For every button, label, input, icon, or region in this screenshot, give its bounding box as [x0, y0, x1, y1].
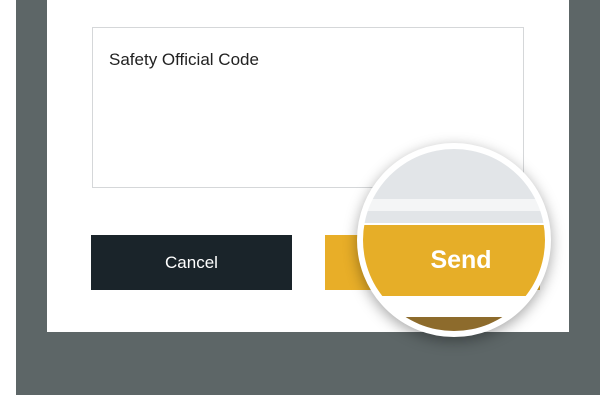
magnified-send-button: Send	[363, 225, 545, 296]
magnified-divider	[363, 211, 545, 223]
magnified-send-label: Send	[430, 246, 492, 274]
magnified-gap	[363, 199, 545, 211]
magnifier-lens: Send	[357, 143, 551, 337]
magnified-textarea-edge	[363, 149, 545, 199]
cancel-button[interactable]: Cancel	[91, 235, 292, 290]
code-textarea-value: Safety Official Code	[109, 50, 259, 69]
